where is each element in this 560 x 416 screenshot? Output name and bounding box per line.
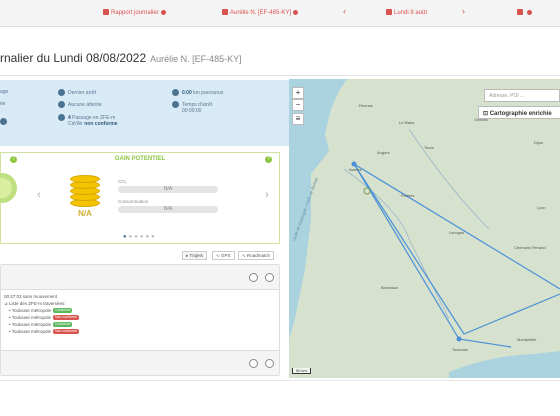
zoom-out-button[interactable]: − <box>292 99 304 111</box>
city-label: Angers <box>377 150 390 155</box>
next-day-button[interactable]: › <box>462 6 465 16</box>
address-search-input[interactable]: Adresse, POI ... <box>484 89 560 102</box>
summary-panel: age ée Dernier arrêt Aucune attente 4 Pa… <box>0 80 289 146</box>
summary-left-top: age <box>0 89 9 95</box>
zfe-item: • Toulouse métropole Conforme <box>9 308 73 313</box>
flag-icon <box>58 89 65 96</box>
co2-label: CO₂ <box>118 179 127 184</box>
car-icon <box>222 9 228 15</box>
distance: 0.00 km parcourus <box>172 89 223 97</box>
city-label: Nantes <box>349 167 362 172</box>
page-title: rnalier du Lundi 08/08/2022 Aurélie N. [E… <box>0 51 242 65</box>
map-scale: 50 km <box>292 368 311 374</box>
route-lines <box>353 163 560 348</box>
previous-day-button[interactable]: ‹ <box>343 6 346 16</box>
zfe-item: • Toulouse métropole Conforme <box>9 322 73 327</box>
city-label: Rennes <box>359 103 373 108</box>
top-nav-bar: Rapport journalier Aurélie N. [EF-485-KY… <box>0 0 560 27</box>
conso-label: Consommation <box>118 199 149 204</box>
report-selector[interactable]: Rapport journalier <box>103 9 166 16</box>
footer <box>0 380 560 416</box>
stop-time-value: 00:00:00 <box>182 108 202 114</box>
score-gauge <box>0 173 17 203</box>
city-label: Tours <box>424 145 434 150</box>
zone-icon <box>58 114 65 121</box>
map-view[interactable]: Nantes Bordeaux Toulouse Rennes Angers T… <box>289 79 560 378</box>
trip-detail-card: 00:47:03 sans mouvement ⊿ Liste des ZFE-… <box>0 264 280 376</box>
gain-value: N/A <box>78 209 92 218</box>
zoom-in-button[interactable]: + <box>292 87 304 99</box>
download-button[interactable] <box>249 359 258 368</box>
layers-button[interactable]: ≡ <box>292 113 304 125</box>
help-icon[interactable]: ? <box>265 156 272 163</box>
map-canvas[interactable]: Nantes Bordeaux Toulouse Rennes Angers T… <box>289 79 560 378</box>
critair-status: Crit'Air non conforme <box>68 121 118 127</box>
alert-icon <box>517 9 523 15</box>
carousel-next-button[interactable]: › <box>265 189 269 201</box>
coins-icon <box>70 171 100 207</box>
city-label: Dijon <box>534 140 543 145</box>
city-label: Bordeaux <box>381 285 398 290</box>
info-icon <box>293 10 299 15</box>
status-badge: Conforme <box>53 308 73 313</box>
city-label: Limoges <box>449 230 464 235</box>
detail-footer <box>1 350 279 375</box>
page-subtitle: Aurélie N. [EF-485-KY] <box>150 54 242 64</box>
conso-value: N/A <box>118 206 218 213</box>
zfe-item: • Toulouse métropole Non conforme <box>9 315 80 320</box>
status-badge: Non conforme <box>53 329 80 334</box>
gain-panel: ? GAIN POTENTIEL ? ‹ › N/A CO₂ N/A Conso… <box>0 152 280 244</box>
info-icon <box>160 10 166 15</box>
zfe-list-label: ⊿ Liste des ZFE-m traversées: <box>4 301 66 306</box>
toggle-roadmatch[interactable]: ∿ Roadmatch <box>238 251 275 260</box>
wait-status: Aucune attente <box>58 101 102 109</box>
road-icon <box>172 89 179 96</box>
city-label: Le Mans <box>399 120 414 125</box>
gain-title: GAIN POTENTIEL <box>114 156 166 162</box>
enriched-map-button[interactable]: ⊡ Cartographie enrichie <box>478 106 560 119</box>
toggle-trajets[interactable]: ▸ Trajets <box>182 251 208 260</box>
hourglass-icon <box>172 101 179 108</box>
carousel-prev-button[interactable]: ‹ <box>37 189 41 201</box>
pause-icon <box>58 101 65 108</box>
zfe-item: • Toulouse métropole Non conforme <box>9 329 80 334</box>
sea-area <box>449 351 560 378</box>
city-label: Lyon <box>537 205 546 210</box>
divider <box>0 75 560 76</box>
status-badge: Non conforme <box>53 315 80 320</box>
expand-button[interactable] <box>265 359 274 368</box>
clock-icon <box>0 118 7 125</box>
calendar-icon <box>386 9 392 15</box>
driver-selector[interactable]: Aurélie N. [EF-485-KY] <box>222 9 299 16</box>
calendar-icon <box>103 9 109 15</box>
detail-header <box>1 265 279 290</box>
summary-left-mid: ée <box>0 101 6 107</box>
city-label: Poitiers <box>401 193 414 198</box>
city-label: Toulouse <box>452 347 469 352</box>
toggle-gps[interactable]: ∿ GPS <box>212 251 235 260</box>
stop-duration: 00:47:03 sans mouvement <box>4 294 58 299</box>
alert-button[interactable] <box>517 9 532 16</box>
download-button[interactable] <box>249 273 258 282</box>
last-stop: Dernier arrêt <box>58 89 96 97</box>
date-selector[interactable]: Lundi 8 août <box>386 9 427 16</box>
co2-value: N/A <box>118 186 218 193</box>
status-badge: Conforme <box>53 322 73 327</box>
info-icon <box>527 10 532 15</box>
summary-left-icon <box>0 118 10 126</box>
carousel-indicators[interactable]: ●●●●●● <box>123 234 157 240</box>
expand-button[interactable] <box>265 273 274 282</box>
city-label: Clermont-Ferrand <box>514 245 546 250</box>
city-label: Montpellier <box>517 337 537 342</box>
